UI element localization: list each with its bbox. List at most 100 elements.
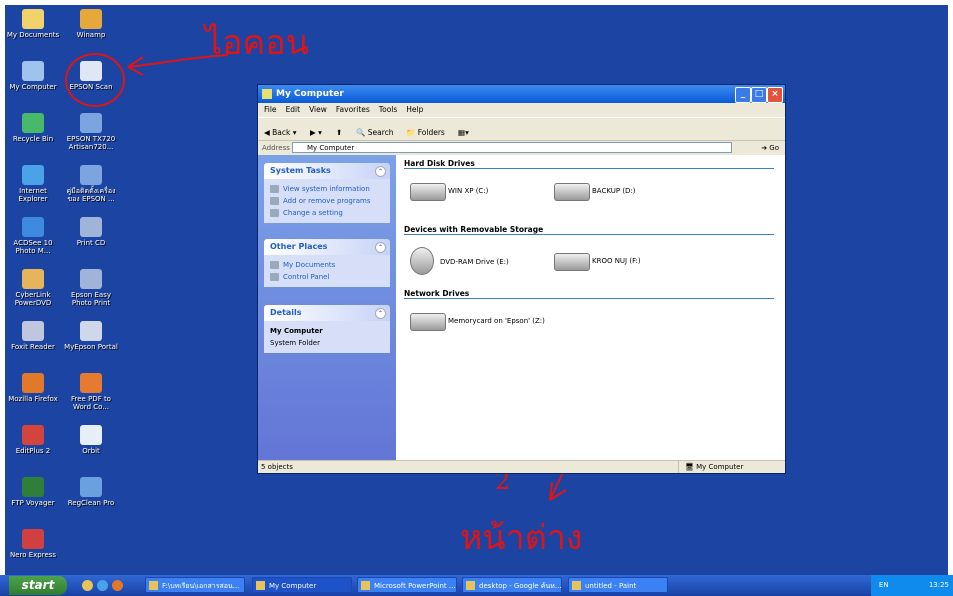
- hard-disk-icon: [554, 183, 590, 201]
- winamp-icon: [80, 9, 102, 29]
- firefox-quicklaunch-icon[interactable]: [112, 580, 123, 591]
- desktop-icon-label: CyberLink PowerDVD: [14, 291, 52, 307]
- desktop-icon-label: คู่มือติดตั้งเครื่อง ของ EPSON ...: [66, 187, 116, 203]
- close-button[interactable]: ×: [767, 87, 783, 103]
- regclean-icon: [80, 477, 102, 497]
- view-system-info-link[interactable]: View system information: [270, 183, 384, 195]
- orbit-icon: [80, 425, 102, 445]
- desktop-icon-nero[interactable]: Nero Express: [5, 529, 61, 559]
- ftp-icon: [22, 477, 44, 497]
- menu-favorites[interactable]: Favorites: [336, 105, 370, 114]
- address-bar: Address My Computer ➜ Go: [258, 141, 785, 156]
- desktop-icon-label: EditPlus 2: [15, 447, 51, 455]
- menu-view[interactable]: View: [309, 105, 327, 114]
- language-indicator[interactable]: EN: [879, 581, 889, 589]
- add-remove-programs-link[interactable]: Add or remove programs: [270, 195, 384, 207]
- system-tray: EN 13:25: [871, 575, 953, 596]
- ie-quicklaunch-icon[interactable]: [97, 580, 108, 591]
- address-input[interactable]: My Computer: [292, 142, 732, 153]
- window-titlebar[interactable]: My Computer _ □ ×: [258, 85, 785, 103]
- desktop-icon-folder[interactable]: My Documents: [5, 9, 61, 39]
- menu-help[interactable]: Help: [406, 105, 423, 114]
- desktop-icon-label: Print CD: [76, 239, 106, 247]
- address-label: Address: [262, 144, 290, 152]
- minimize-button[interactable]: _: [735, 87, 751, 103]
- section-network: Network Drives: [404, 289, 774, 299]
- taskbar-button[interactable]: Microsoft PowerPoint ...: [357, 577, 457, 593]
- pdf-word-icon: [80, 373, 102, 393]
- start-button[interactable]: start: [9, 576, 67, 595]
- control-panel-link[interactable]: Control Panel: [270, 271, 384, 283]
- desktop-icon-printer[interactable]: EPSON TX720 Artisan720...: [63, 113, 119, 151]
- desktop-icon-label: Epson Easy Photo Print: [71, 291, 111, 307]
- app-icon: [361, 581, 370, 590]
- desktop-icon-pdf-word[interactable]: Free PDF to Word Co...: [63, 373, 119, 411]
- nero-icon: [22, 529, 44, 549]
- myepson-icon: [80, 321, 102, 341]
- desktop-icon-label: FTP Voyager: [11, 499, 55, 507]
- desktop-icon-foxit[interactable]: Foxit Reader: [5, 321, 61, 351]
- desktop-icon-label: MyEpson Portal: [64, 343, 118, 351]
- desktop-icon-winamp[interactable]: Winamp: [63, 9, 119, 39]
- desktop-icon-editplus[interactable]: EditPlus 2: [5, 425, 61, 455]
- desktop-icon-label: Internet Explorer: [18, 187, 48, 203]
- desktop-icon-label: Recycle Bin: [12, 135, 54, 143]
- status-bar: 5 objects 🖥 My Computer: [258, 460, 785, 473]
- desktop-icon-easy-photo[interactable]: Epson Easy Photo Print: [63, 269, 119, 307]
- desktop-icon-firefox[interactable]: Mozilla Firefox: [5, 373, 61, 403]
- show-desktop-icon[interactable]: [82, 580, 93, 591]
- annotation-circle: [65, 53, 125, 107]
- desktop-icon-label: RegClean Pro: [67, 499, 115, 507]
- desktop-icon-label: Mozilla Firefox: [8, 395, 58, 403]
- taskbar-button[interactable]: My Computer: [252, 577, 352, 593]
- desktop-icon-print-cd[interactable]: Print CD: [63, 217, 119, 247]
- my-documents-link[interactable]: My Documents: [270, 259, 384, 271]
- desktop-icon-printer-manual[interactable]: คู่มือติดตั้งเครื่อง ของ EPSON ...: [63, 165, 119, 203]
- dvd-drive-icon: [410, 247, 434, 275]
- window-title: My Computer: [276, 89, 344, 99]
- desktop: My Documents My Computer Recycle Bin Intern…: [5, 5, 948, 575]
- desktop-icon-label: Orbit: [82, 447, 100, 455]
- taskbar-button[interactable]: desktop - Google ค้นห...: [462, 577, 562, 593]
- system-tasks-panel: System Tasks ⌃ View system information Ad…: [264, 163, 390, 223]
- removable-drive-icon: [554, 253, 590, 271]
- desktop-icon-ie[interactable]: Internet Explorer: [5, 165, 61, 203]
- folder-icon: [22, 9, 44, 29]
- printer-icon: [80, 113, 102, 133]
- app-icon: [466, 581, 475, 590]
- powerdvd-icon: [22, 269, 44, 289]
- desktop-icon-label: Foxit Reader: [11, 343, 55, 351]
- menu-tools[interactable]: Tools: [379, 105, 397, 114]
- menu-edit[interactable]: Edit: [286, 105, 301, 114]
- taskbar-button[interactable]: F:\บทเรียน\เอกสารสอน...: [145, 577, 245, 593]
- desktop-icon-ftp[interactable]: FTP Voyager: [5, 477, 61, 507]
- desktop-icon-recycle-bin[interactable]: Recycle Bin: [5, 113, 61, 143]
- annotation-window-text: หน้าต่าง: [460, 518, 583, 558]
- desktop-icon-myepson[interactable]: MyEpson Portal: [63, 321, 119, 351]
- desktop-icon-computer[interactable]: My Computer: [5, 61, 61, 91]
- taskbar: start F:\บทเรียน\เอกสารสอน... My Computer…: [0, 575, 953, 596]
- maximize-button[interactable]: □: [751, 87, 767, 103]
- computer-icon: [22, 61, 44, 81]
- desktop-icon-powerdvd[interactable]: CyberLink PowerDVD: [5, 269, 61, 307]
- taskbar-button[interactable]: untitled - Paint: [568, 577, 668, 593]
- foxit-icon: [22, 321, 44, 341]
- app-icon: [256, 581, 265, 590]
- app-icon: [572, 581, 581, 590]
- network-drive-icon: [410, 313, 446, 331]
- recycle-bin-icon: [22, 113, 44, 133]
- file-list: Hard Disk Drives WIN XP (C:) BACKUP (D:)…: [396, 155, 785, 461]
- go-button[interactable]: ➜ Go: [761, 141, 779, 155]
- my-computer-window[interactable]: My Computer _ □ × File Edit View Favorites T…: [257, 84, 786, 474]
- desktop-icon-regclean[interactable]: RegClean Pro: [63, 477, 119, 507]
- status-object-count: 5 objects: [261, 463, 293, 471]
- easy-photo-icon: [80, 269, 102, 289]
- menu-file[interactable]: File: [264, 105, 277, 114]
- other-places-panel: Other Places ⌃ My Documents Control Panel: [264, 239, 390, 287]
- computer-icon: [262, 89, 272, 99]
- desktop-icon-label: EPSON TX720 Artisan720...: [66, 135, 116, 151]
- task-pane: System Tasks ⌃ View system information Ad…: [258, 155, 396, 461]
- desktop-icon-acdsee[interactable]: ACDSee 10 Photo M...: [5, 217, 61, 255]
- desktop-icon-orbit[interactable]: Orbit: [63, 425, 119, 455]
- change-setting-link[interactable]: Change a setting: [270, 207, 384, 219]
